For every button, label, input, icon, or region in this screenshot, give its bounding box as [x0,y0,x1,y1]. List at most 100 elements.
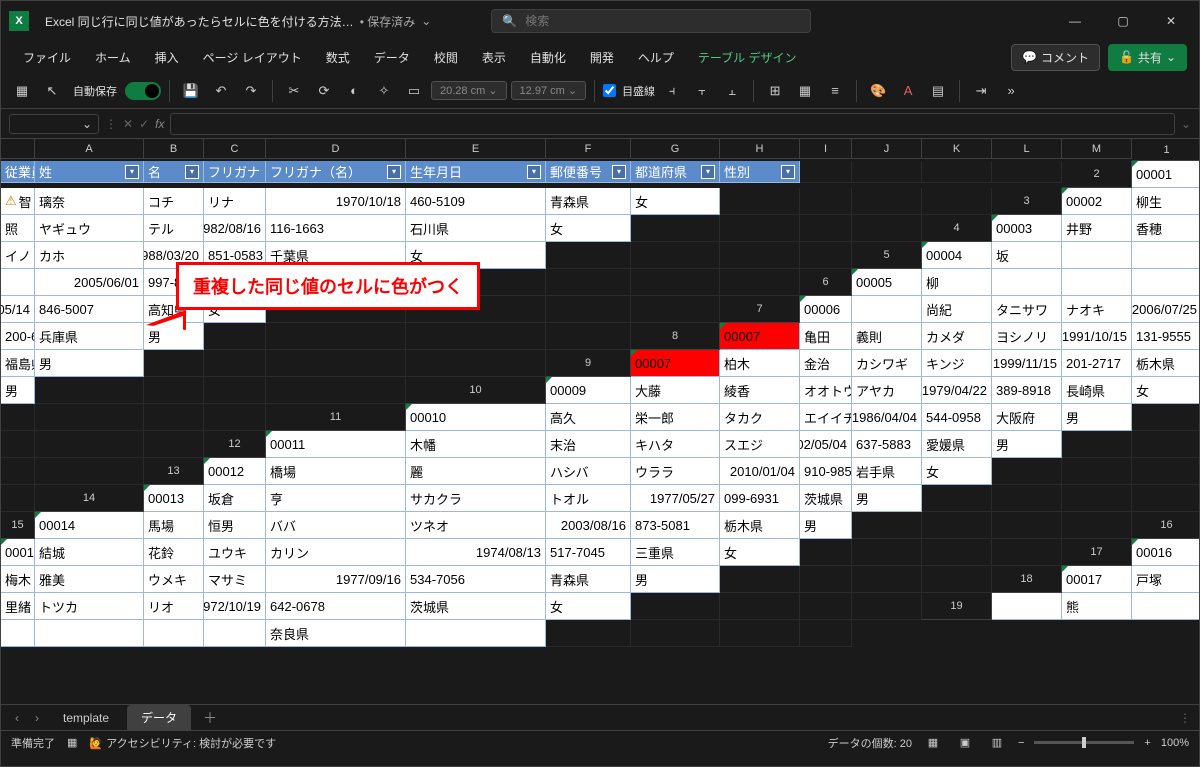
cell[interactable]: 116-1663 [266,215,406,242]
cell[interactable]: 00009 [546,377,631,404]
cell[interactable]: 1977/05/14 [1,296,35,323]
cell[interactable] [631,242,720,269]
cell[interactable] [800,539,852,566]
cell[interactable]: 馬場 [144,512,204,539]
cell[interactable] [800,566,852,593]
cell[interactable]: 00013 [144,485,204,512]
cell[interactable]: 三重県 [631,539,720,566]
sheet-area[interactable]: ABCDEFGHIJKLM1従業員番号▾姓▾名▾フリガナ（姓）▾フリガナ（名）▾… [1,139,1199,704]
cell[interactable] [852,539,922,566]
cell[interactable] [922,539,992,566]
table-header[interactable]: 性別▾ [720,161,800,183]
column-header[interactable]: D [266,139,406,159]
cell[interactable]: 544-0958 [922,404,992,431]
cell[interactable]: 香穂 [1132,215,1199,242]
cell[interactable]: リオ [144,593,204,620]
cell[interactable]: イノ [1,242,35,269]
align2-icon[interactable]: ⫟ [689,78,715,104]
row-header[interactable]: 8 [631,323,720,350]
row-header[interactable]: 9 [546,350,631,377]
table-header[interactable]: フリガナ（姓）▾ [204,161,266,183]
row-header[interactable]: 1 [1132,139,1199,161]
cell[interactable] [800,188,852,215]
cell[interactable]: 恒男 [204,512,266,539]
add-sheet-button[interactable]: ＋ [195,708,225,728]
filter-icon[interactable]: ▾ [701,165,715,179]
tab-file[interactable]: ファイル [13,43,81,72]
tab-pagelayout[interactable]: ページ レイアウト [193,43,312,72]
cell[interactable]: 男 [1,377,35,404]
cell[interactable] [631,215,720,242]
column-header[interactable]: G [631,139,720,159]
table-header[interactable]: 郵便番号▾ [546,161,631,183]
cell[interactable]: 00010 [406,404,546,431]
cell[interactable] [406,323,546,350]
cell[interactable]: 00006 [800,296,852,323]
align-icon[interactable]: ⫞ [659,78,685,104]
cell[interactable]: オオトウ [800,377,852,404]
column-header[interactable]: C [204,139,266,159]
expand-icon[interactable]: ⌄ [1181,117,1191,131]
rotate-icon[interactable]: ⟳ [311,78,337,104]
cell[interactable]: 柳生 [1132,188,1199,215]
cell[interactable]: 女 [922,458,992,485]
cell[interactable] [144,431,204,458]
cell[interactable]: カリン [266,539,406,566]
cell[interactable]: 璃奈 [35,188,144,215]
row-header[interactable]: 17 [1062,539,1132,566]
tab-data[interactable]: データ [364,43,420,72]
cell[interactable]: ウララ [631,458,720,485]
autosave-toggle[interactable] [125,82,161,100]
cell[interactable] [800,161,852,183]
cell[interactable]: 1991/10/15 [1062,323,1132,350]
cell[interactable]: 517-7045 [546,539,631,566]
cell[interactable] [546,269,631,296]
cell[interactable]: 910-9855 [800,458,852,485]
cell[interactable]: 石川県 [406,215,546,242]
cell[interactable]: 男 [852,485,922,512]
cell[interactable] [1,458,35,485]
cell[interactable]: 男 [35,350,144,377]
cell[interactable]: 岩手県 [852,458,922,485]
cell[interactable] [546,323,631,350]
cell[interactable] [922,161,992,183]
cell[interactable] [266,350,406,377]
cell[interactable] [1132,404,1199,431]
row-header[interactable]: 10 [406,377,546,404]
cell[interactable] [35,620,144,647]
document-title[interactable]: Excel 同じ行に同じ値があったらセルに色を付ける方法… [45,13,354,30]
cell[interactable]: 末治 [546,431,631,458]
row-header[interactable]: 4 [922,215,992,242]
tab-review[interactable]: 校閲 [424,43,468,72]
cell[interactable]: 長崎県 [1062,377,1132,404]
cell[interactable]: 534-7056 [406,566,546,593]
row-header[interactable]: 18 [992,566,1062,593]
filter-icon[interactable]: ▾ [185,165,199,179]
cell[interactable] [852,593,922,620]
formula-input[interactable] [170,113,1174,135]
adjust-icon[interactable]: ✧ [371,78,397,104]
gridlines-checkbox[interactable] [603,84,616,97]
cell[interactable] [144,350,204,377]
row-header[interactable]: 7 [720,296,800,323]
cell[interactable]: 尚紀 [922,296,992,323]
cell[interactable] [1062,269,1132,296]
cell[interactable]: 亀田 [800,323,852,350]
cell[interactable]: 200-6890 [1,323,35,350]
cell[interactable]: 873-5081 [631,512,720,539]
cell[interactable]: 642-0678 [266,593,406,620]
cell[interactable]: 00017 [1062,566,1132,593]
cell[interactable] [922,485,992,512]
cell[interactable] [1,404,35,431]
table-header[interactable]: 従業員番号▾ [1,161,35,183]
cell[interactable] [720,620,800,647]
filter-icon[interactable]: ▾ [125,165,139,179]
cell[interactable]: 2006/07/25 [1132,296,1199,323]
cell[interactable]: 亨 [266,485,406,512]
cell[interactable]: 2005/06/01 [35,269,144,296]
cell[interactable]: リナ [204,188,266,215]
cell[interactable]: 00011 [266,431,406,458]
cell[interactable]: 青森県 [546,188,631,215]
cell[interactable]: 男 [1062,404,1132,431]
cell[interactable] [204,377,266,404]
